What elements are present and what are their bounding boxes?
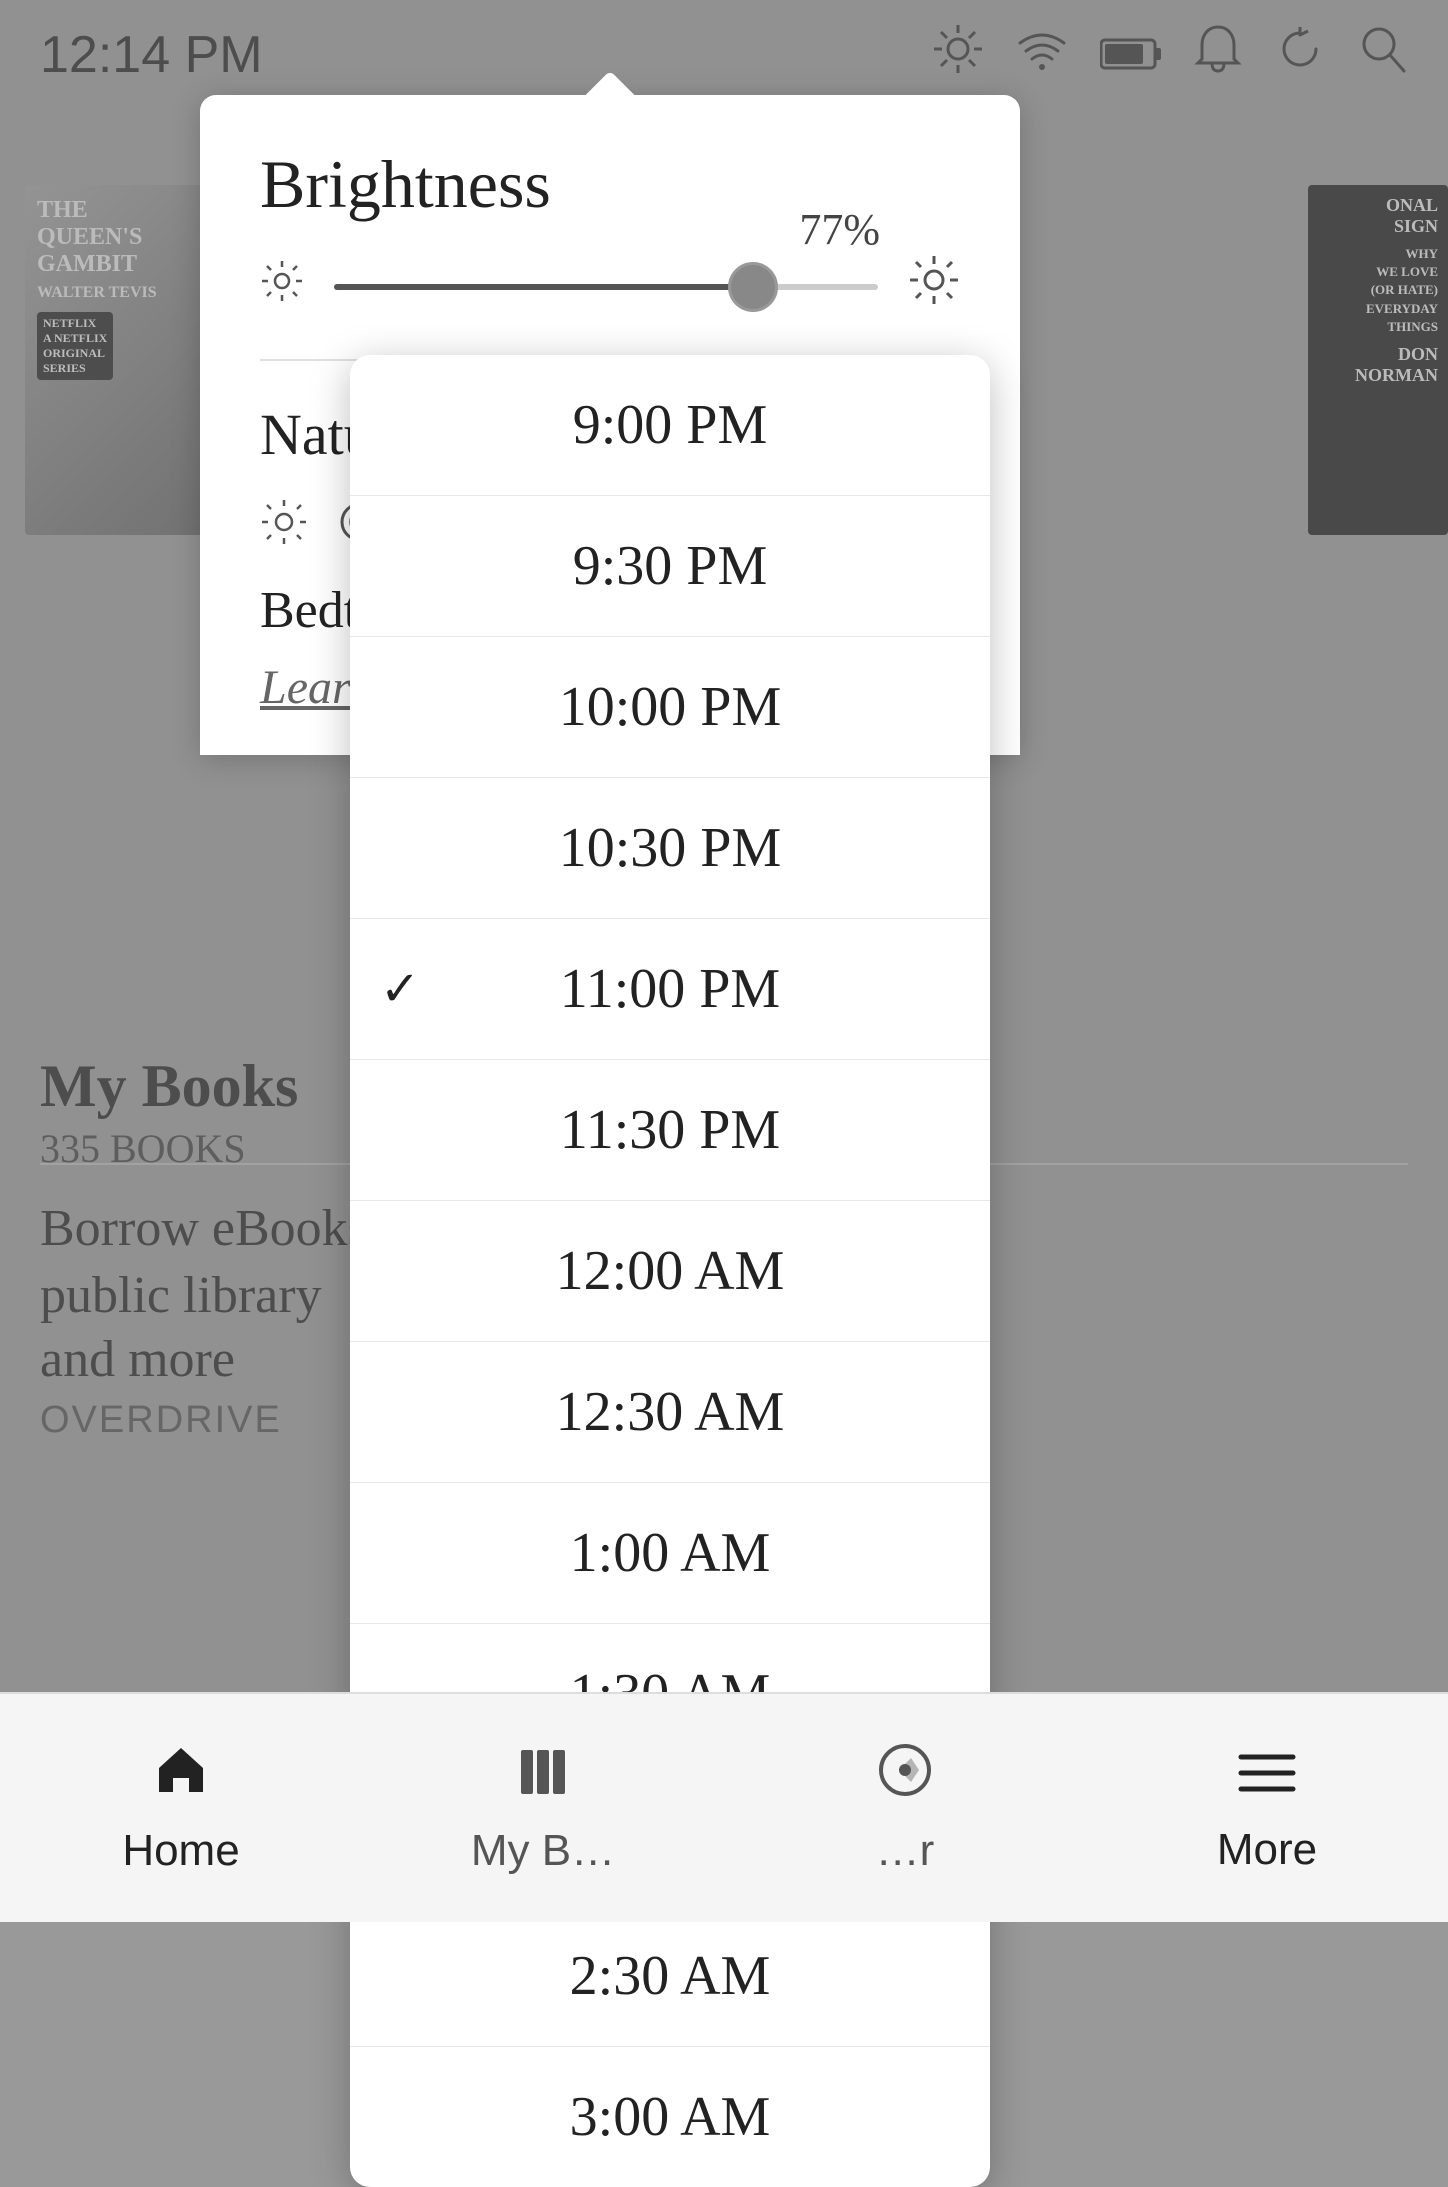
sun-small-icon — [260, 259, 304, 314]
discover-icon — [875, 1740, 935, 1816]
time-300am-label: 3:00 AM — [570, 2086, 771, 2148]
time-930pm-label: 9:30 PM — [573, 535, 768, 597]
warm-sun-icon — [260, 498, 308, 551]
sun-large-icon — [908, 254, 960, 319]
panel-caret — [580, 73, 640, 95]
check-icon: ✓ — [380, 961, 420, 1017]
home-icon — [151, 1740, 211, 1816]
time-option-1230am[interactable]: 12:30 AM — [350, 1342, 990, 1483]
time-1130pm-label: 11:30 PM — [560, 1099, 780, 1161]
time-option-1130pm[interactable]: 11:30 PM — [350, 1060, 990, 1201]
nav-my-books[interactable]: My B… — [362, 1694, 724, 1922]
more-icon — [1237, 1741, 1297, 1815]
bottom-nav: Home My B… …r Mor — [0, 1692, 1448, 1922]
time-1000pm-label: 10:00 PM — [559, 676, 782, 738]
time-option-1200am[interactable]: 12:00 AM — [350, 1201, 990, 1342]
brightness-slider-row: 77% — [260, 254, 960, 319]
nav-discover-label: …r — [876, 1826, 935, 1876]
nav-mybooks-label: My B… — [471, 1826, 615, 1876]
time-1100pm-label: 11:00 PM — [560, 958, 780, 1020]
nav-more-label: More — [1217, 1825, 1317, 1875]
nav-discover[interactable]: …r — [724, 1694, 1086, 1922]
time-option-930pm[interactable]: 9:30 PM — [350, 496, 990, 637]
time-900pm-label: 9:00 PM — [573, 394, 768, 456]
time-1200am-label: 12:00 AM — [556, 1240, 785, 1302]
time-1030pm-label: 10:30 PM — [559, 817, 782, 879]
time-option-1100pm[interactable]: ✓ 11:00 PM — [350, 919, 990, 1060]
nav-home[interactable]: Home — [0, 1694, 362, 1922]
brightness-slider[interactable] — [334, 284, 878, 290]
time-230am-label: 2:30 AM — [570, 1945, 771, 2007]
brightness-percent: 77% — [799, 204, 880, 255]
time-option-1000pm[interactable]: 10:00 PM — [350, 637, 990, 778]
library-icon — [513, 1740, 573, 1816]
time-option-230am[interactable]: 2:30 AM — [350, 1906, 990, 2047]
time-1230am-label: 12:30 AM — [556, 1381, 785, 1443]
time-option-1030pm[interactable]: 10:30 PM — [350, 778, 990, 919]
nav-home-label: Home — [122, 1826, 239, 1876]
nav-more[interactable]: More — [1086, 1694, 1448, 1922]
time-option-100am[interactable]: 1:00 AM — [350, 1483, 990, 1624]
time-option-300am[interactable]: 3:00 AM — [350, 2047, 990, 2187]
time-option-900pm[interactable]: 9:00 PM — [350, 355, 990, 496]
time-100am-label: 1:00 AM — [570, 1522, 771, 1584]
